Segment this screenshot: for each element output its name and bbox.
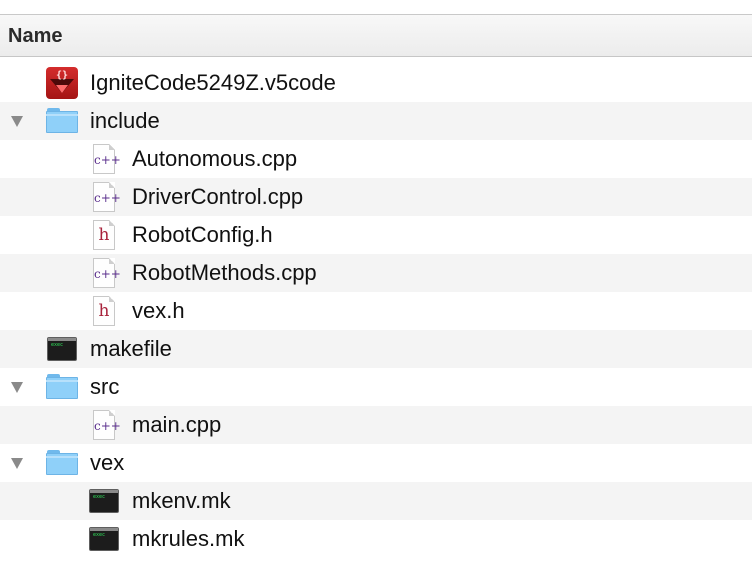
v5code-file-icon: {}: [46, 67, 78, 99]
folder-name: include: [90, 108, 160, 133]
file-row-drivercontrol-cpp[interactable]: c++ DriverControl.cpp: [0, 178, 752, 216]
file-name: vex.h: [132, 298, 185, 323]
file-row-ignitecode-v5code[interactable]: {} IgniteCode5249Z.v5code: [0, 64, 752, 102]
terminal-file-icon: exec: [47, 337, 77, 361]
file-name: RobotConfig.h: [132, 222, 273, 247]
file-name: Autonomous.cpp: [132, 146, 298, 171]
folder-icon: [46, 372, 78, 402]
file-row-mkrules-mk[interactable]: exec mkrules.mk: [0, 520, 752, 558]
folder-icon: [46, 106, 78, 136]
cpp-file-icon: c++: [91, 144, 121, 174]
folder-icon: [46, 448, 78, 478]
file-row-mkenv-mk[interactable]: exec mkenv.mk: [0, 482, 752, 520]
file-row-robotconfig-h[interactable]: h RobotConfig.h: [0, 216, 752, 254]
file-name: makefile: [90, 336, 172, 361]
file-name: main.cpp: [132, 412, 222, 437]
cpp-file-icon: c++: [91, 258, 121, 288]
file-row-main-cpp[interactable]: c++ main.cpp: [0, 406, 752, 444]
terminal-file-icon: exec: [89, 489, 119, 513]
finder-list-view: Name {} IgniteCode5249Z.v5code include c…: [0, 0, 752, 586]
h-file-icon: h: [91, 220, 117, 250]
file-row-autonomous-cpp[interactable]: c++ Autonomous.cpp: [0, 140, 752, 178]
column-header-name[interactable]: Name: [0, 15, 752, 57]
file-name: RobotMethods.cpp: [132, 260, 317, 285]
h-file-icon: h: [91, 296, 117, 326]
file-name: IgniteCode5249Z.v5code: [90, 70, 336, 95]
folder-row-vex[interactable]: vex: [0, 444, 752, 482]
file-row-vex-h[interactable]: h vex.h: [0, 292, 752, 330]
folder-name: vex: [90, 450, 125, 475]
terminal-file-icon: exec: [89, 527, 119, 551]
cpp-file-icon: c++: [91, 182, 121, 212]
disclosure-triangle-icon[interactable]: [11, 116, 23, 127]
file-name: mkrules.mk: [132, 526, 245, 551]
file-name: DriverControl.cpp: [132, 184, 304, 209]
file-list: {} IgniteCode5249Z.v5code include c++ Au…: [0, 64, 752, 558]
file-name: mkenv.mk: [132, 488, 231, 513]
folder-row-src[interactable]: src: [0, 368, 752, 406]
file-row-robotmethods-cpp[interactable]: c++ RobotMethods.cpp: [0, 254, 752, 292]
folder-name: src: [90, 374, 120, 399]
cpp-file-icon: c++: [91, 410, 121, 440]
disclosure-triangle-icon[interactable]: [11, 382, 23, 393]
column-header-label: Name: [8, 25, 63, 47]
file-row-makefile[interactable]: exec makefile: [0, 330, 752, 368]
disclosure-triangle-icon[interactable]: [11, 458, 23, 469]
folder-row-include[interactable]: include: [0, 102, 752, 140]
toolbar-edge: [0, 0, 752, 15]
